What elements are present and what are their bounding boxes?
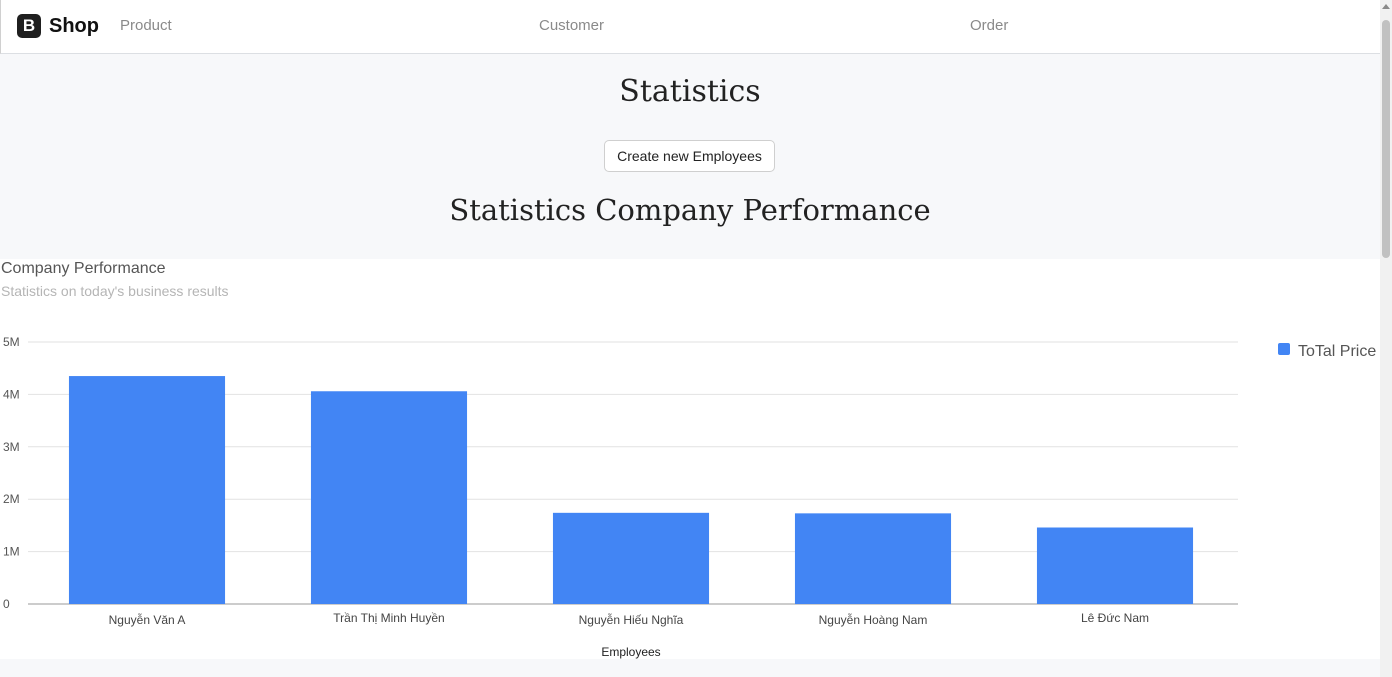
bar <box>68 376 226 604</box>
page-title: Statistics <box>619 74 761 109</box>
x-tick-label: Lê Đức Nam <box>1081 611 1149 625</box>
navbar: B Shop Product Customer Order <box>0 0 1380 54</box>
nav-link-customer[interactable]: Customer <box>539 17 604 34</box>
chart-panel: Company Performance Statistics on today'… <box>0 259 1380 659</box>
brand-name[interactable]: Shop <box>49 15 99 38</box>
nav-link-order[interactable]: Order <box>970 17 1008 34</box>
nav-link-product[interactable]: Product <box>120 17 172 34</box>
section-title: Statistics Company Performance <box>449 193 931 227</box>
scroll-up-arrow-icon[interactable] <box>1382 4 1390 9</box>
x-tick-label: Nguyễn Hoàng Nam <box>819 612 928 627</box>
bar <box>794 513 952 604</box>
x-tick-label: Nguyễn Văn A <box>109 612 186 627</box>
y-tick-label: 0 <box>3 597 10 611</box>
bar-chart: 0 1M 2M 3M 4M 5M Nguyễn Văn A Trần Thị Minh Huy… <box>3 335 1238 659</box>
vertical-scrollbar[interactable] <box>1380 0 1392 677</box>
y-tick-label: 4M <box>3 387 20 401</box>
y-tick-label: 3M <box>3 440 20 454</box>
legend-swatch <box>1278 343 1290 355</box>
legend-label: ToTal Price <box>1298 343 1377 360</box>
x-tick-label: Trần Thị Minh Huyền <box>333 611 444 625</box>
bar <box>1036 527 1194 604</box>
scrollbar-thumb[interactable] <box>1382 20 1390 258</box>
x-tick-label: Nguyễn Hiếu Nghĩa <box>579 612 684 627</box>
y-tick-label: 5M <box>3 335 20 349</box>
x-axis-label: Employees <box>601 645 660 659</box>
bar <box>552 512 710 604</box>
create-employees-button[interactable]: Create new Employees <box>604 140 775 172</box>
brand-logo-icon[interactable]: B <box>17 14 41 38</box>
bar <box>310 391 468 604</box>
y-tick-label: 1M <box>3 545 20 559</box>
y-tick-label: 2M <box>3 492 20 506</box>
